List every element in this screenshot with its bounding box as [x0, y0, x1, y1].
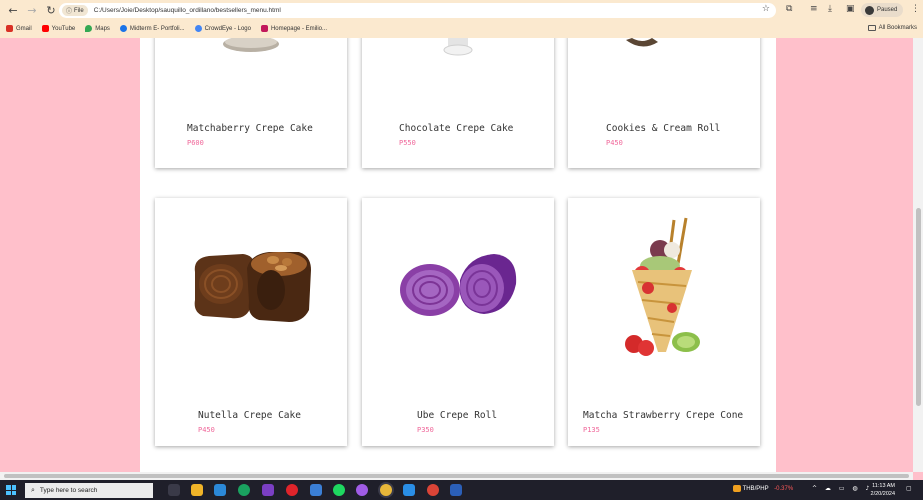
vscode-icon[interactable] — [403, 484, 415, 496]
bookmark-label: Midterm E- Portfoli... — [129, 25, 185, 32]
bookmark-star-icon[interactable]: ☆ — [762, 4, 770, 14]
system-clock[interactable]: 11:13 AM 2/20/2024 — [871, 482, 895, 498]
all-bookmarks-label: All Bookmarks — [878, 25, 917, 31]
bookmark-gmail[interactable]: Gmail — [6, 25, 32, 32]
item-name: Matchaberry Crepe Cake — [187, 123, 313, 134]
cookies-cream-roll-image — [626, 38, 658, 47]
chrome-icon[interactable] — [380, 484, 392, 496]
maps-icon — [85, 25, 93, 32]
google-sites-icon — [119, 25, 127, 32]
bookmark-midterm-portfolio[interactable]: Midterm E- Portfoli... — [119, 25, 185, 32]
site-icon — [260, 25, 268, 32]
horizontal-scrollbar[interactable] — [0, 472, 913, 480]
spotify-icon[interactable] — [333, 484, 345, 496]
microsoft-store-icon[interactable] — [214, 484, 226, 496]
item-name: Chocolate Crepe Cake — [399, 123, 514, 134]
site-info-chip[interactable]: ⓘ File — [62, 5, 88, 16]
youtube-icon — [41, 25, 49, 32]
item-price: P450 — [606, 139, 623, 147]
search-icon: ⌕ — [31, 485, 35, 494]
horizontal-scroll-thumb[interactable] — [4, 474, 909, 478]
profile-label: Paused — [877, 7, 898, 13]
gmail-icon — [6, 25, 13, 32]
more-menu-icon[interactable]: ⋮ — [911, 4, 920, 14]
edge-icon[interactable] — [238, 484, 250, 496]
forward-icon[interactable]: → — [24, 3, 40, 19]
back-icon[interactable]: ← — [5, 3, 21, 19]
menu-card-matcha-strawberry[interactable]: Matcha Strawberry Crepe Cone P135 — [568, 198, 760, 446]
item-price: P350 — [417, 426, 434, 434]
item-price: P135 — [583, 426, 600, 434]
item-price: P550 — [399, 139, 416, 147]
item-price: P450 — [198, 426, 215, 434]
url-text[interactable]: C:/Users/Joie/Desktop/sauquillo_ordillan… — [94, 7, 281, 14]
folder-icon — [867, 25, 876, 31]
task-view-icon[interactable] — [168, 484, 180, 496]
messenger-icon[interactable] — [356, 484, 368, 496]
bookmark-crowdeye[interactable]: CrowdEye - Logo — [194, 25, 251, 32]
bookmark-youtube[interactable]: YouTube — [41, 25, 76, 32]
system-tray-icons[interactable]: ^ ☁ ▭ ◍ ♪ — [812, 485, 872, 492]
visual-studio-icon[interactable] — [262, 484, 274, 496]
menu-card-chocolate[interactable]: Chocolate Crepe Cake P550 — [362, 38, 554, 168]
word-icon[interactable] — [450, 484, 462, 496]
avatar — [865, 5, 874, 15]
opera-icon[interactable] — [286, 484, 298, 496]
bookmark-label: Maps — [95, 25, 110, 32]
reload-icon[interactable]: ↻ — [43, 3, 59, 19]
profile-button[interactable]: Paused — [861, 3, 903, 17]
currency-pair: THB/PHP — [742, 486, 769, 493]
bookmark-maps[interactable]: Maps — [85, 25, 110, 32]
item-name: Cookies & Cream Roll — [606, 123, 721, 134]
matcha-strawberry-crepe-cone-image — [625, 217, 700, 356]
currency-change: -0.37% — [774, 486, 794, 493]
menu-card-matchaberry[interactable]: Matchaberry Crepe Cake P600 — [155, 38, 347, 168]
bookmarks-bar: Gmail YouTube Maps Midterm E- Portfoli..… — [0, 21, 923, 36]
bookmark-homepage-emilio[interactable]: Homepage - Emilio... — [260, 25, 327, 32]
extensions-icon[interactable]: ⧉ — [786, 4, 792, 14]
notifications-icon[interactable]: ▢ — [906, 485, 912, 492]
address-bar[interactable]: ⓘ File C:/Users/Joie/Desktop/sauquillo_o… — [59, 3, 776, 18]
windows-taskbar: ⌕ Type here to search THB/PHP -0.37% ^ ☁… — [0, 480, 923, 500]
chrome-profile-icon[interactable] — [427, 484, 439, 496]
nutella-crepe-cake-image — [194, 252, 311, 322]
all-bookmarks-button[interactable]: All Bookmarks — [867, 25, 917, 31]
menu-card-ube[interactable]: Ube Crepe Roll P350 — [362, 198, 554, 446]
browser-chrome: ← → ↻ ⓘ File C:/Users/Joie/Desktop/sauqu… — [0, 0, 923, 38]
menu-card-nutella[interactable]: Nutella Crepe Cake P450 — [155, 198, 347, 446]
browser-toolbar: ← → ↻ ⓘ File C:/Users/Joie/Desktop/sauqu… — [0, 0, 923, 21]
search-placeholder: Type here to search — [39, 486, 98, 494]
menu-card-cookies-cream[interactable]: Cookies & Cream Roll P450 — [568, 38, 760, 168]
vertical-scroll-thumb[interactable] — [916, 208, 921, 406]
currency-widget[interactable]: THB/PHP -0.37% — [733, 485, 793, 492]
mail-icon[interactable] — [310, 484, 322, 496]
download-icon[interactable]: ⤓ — [828, 4, 832, 14]
clock-time: 11:13 AM — [872, 483, 895, 489]
clock-date: 2/20/2024 — [870, 491, 895, 497]
vertical-scrollbar[interactable] — [913, 38, 923, 472]
file-chip-label: File — [74, 7, 84, 14]
bookmark-label: Homepage - Emilio... — [270, 25, 327, 32]
windows-start-icon[interactable] — [6, 485, 16, 495]
file-explorer-icon[interactable] — [191, 484, 203, 496]
item-name: Nutella Crepe Cake — [198, 410, 301, 421]
info-icon: ⓘ — [66, 8, 73, 15]
item-name: Ube Crepe Roll — [417, 410, 498, 421]
taskbar-search-box[interactable]: ⌕ Type here to search — [25, 482, 153, 498]
media-control-icon[interactable]: ≡ — [810, 4, 818, 14]
matchaberry-crepe-cake-image — [223, 38, 279, 52]
currency-icon — [733, 485, 741, 492]
item-price: P600 — [187, 139, 204, 147]
ube-crepe-roll-image — [400, 254, 517, 316]
side-panel-icon[interactable]: ▣ — [846, 4, 855, 14]
google-icon — [194, 25, 202, 32]
bookmark-label: CrowdEye - Logo — [204, 25, 251, 32]
item-name: Matcha Strawberry Crepe Cone — [583, 410, 744, 421]
bookmark-label: YouTube — [51, 25, 76, 32]
menu-page: Matchaberry Crepe Cake P600 Chocolate Cr… — [140, 38, 776, 472]
bookmark-label: Gmail — [16, 25, 32, 32]
chocolate-crepe-cake-image — [443, 38, 473, 56]
